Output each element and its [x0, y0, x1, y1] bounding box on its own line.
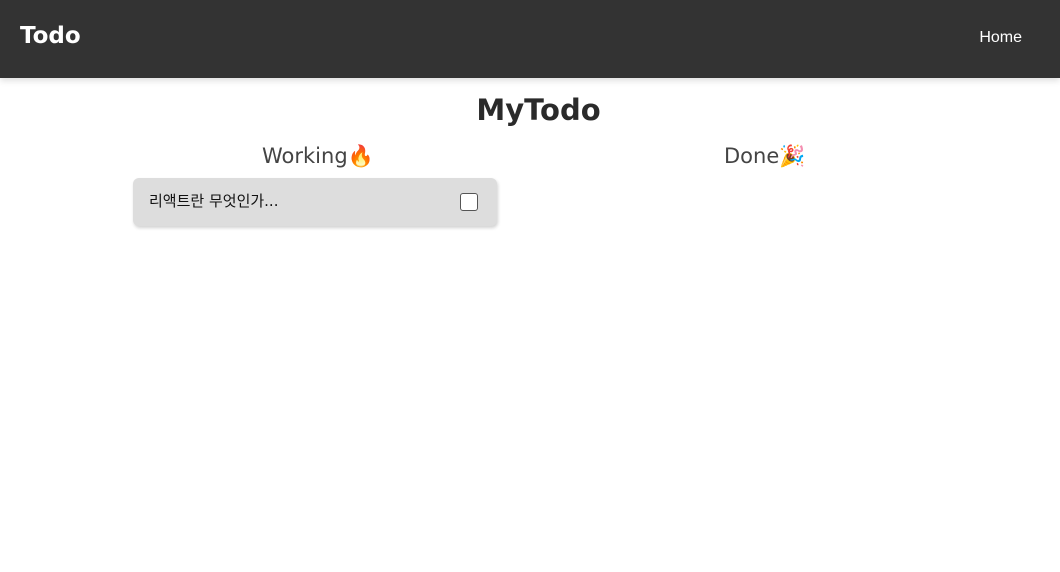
todo-card[interactable]: 리액트란 무엇인가...	[133, 178, 497, 226]
working-column-heading: Working🔥	[262, 144, 374, 168]
done-column-heading: Done🎉	[724, 144, 806, 168]
todo-title: 리액트란 무엇인가...	[149, 192, 279, 210]
todo-done-checkbox[interactable]	[460, 193, 478, 211]
brand-logo-text[interactable]: Todo	[20, 20, 81, 52]
top-navbar: Todo Home	[0, 0, 1060, 78]
page-title: MyTodo	[476, 93, 601, 127]
nav-link-home[interactable]: Home	[979, 27, 1022, 49]
